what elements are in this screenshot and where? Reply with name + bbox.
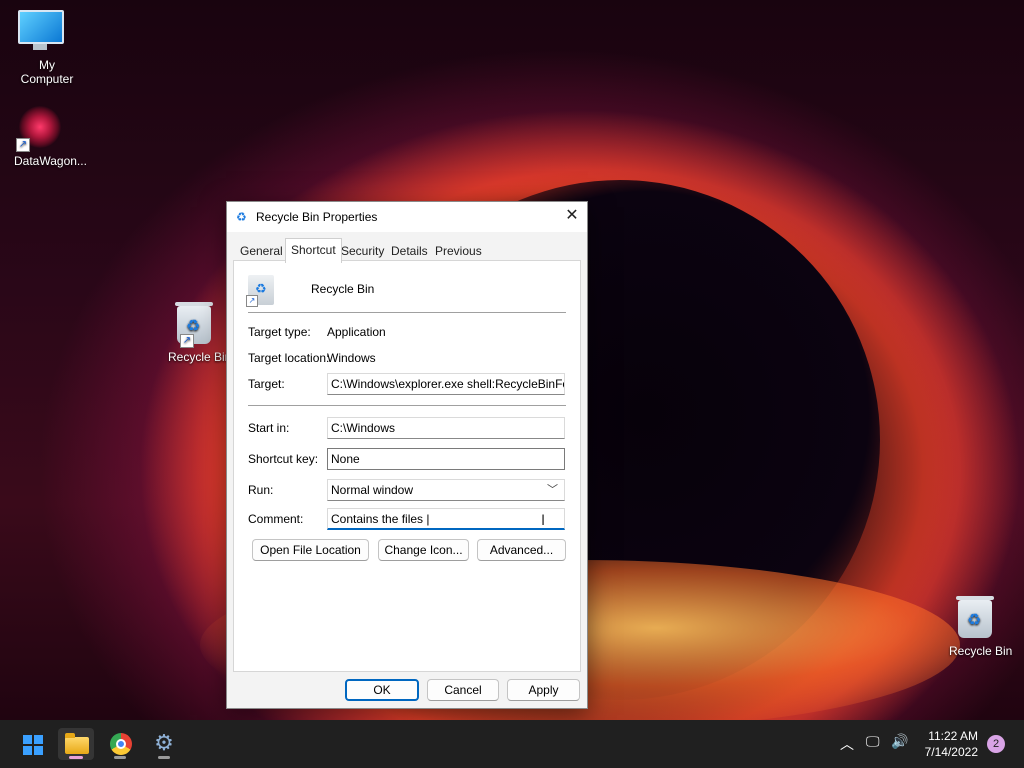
desktop-icon-label: Recycle Bin <box>949 644 1013 658</box>
shortcut-arrow-icon: ↗ <box>180 334 194 348</box>
advanced-button[interactable]: Advanced... <box>477 539 566 561</box>
dialog-titlebar[interactable]: ♻ Recycle Bin Properties ✕ <box>227 202 587 232</box>
computer-icon <box>18 10 64 54</box>
start-button[interactable] <box>14 728 50 760</box>
datawagon-icon: ↗ <box>16 106 62 152</box>
desktop-icon-recycle-bin-shortcut[interactable]: ♻ ↗ Recycle Bin <box>154 302 234 364</box>
tab-general[interactable]: General <box>240 242 283 260</box>
shortcut-panel: ♻ ↗ Recycle Bin Target type: Application… <box>233 260 581 672</box>
start-in-label: Start in: <box>248 421 290 435</box>
desktop-icon-my-computer[interactable]: My Computer <box>0 10 80 86</box>
settings-button[interactable]: ⚙ <box>146 728 182 760</box>
chrome-button[interactable] <box>102 728 138 760</box>
recycle-bin-icon: ♻ <box>953 596 997 640</box>
shortcut-key-input[interactable]: None <box>327 448 565 470</box>
recycle-bin-icon: ♻ ↗ <box>172 302 216 348</box>
chevron-down-icon[interactable]: ﹀ <box>547 480 558 500</box>
target-input[interactable]: C:\Windows\explorer.exe shell:RecycleBin… <box>327 373 565 395</box>
clock-time: 11:22 AM <box>928 729 978 743</box>
running-indicator <box>158 756 170 759</box>
target-location-label: Target location: <box>248 351 330 365</box>
run-label: Run: <box>248 483 274 497</box>
windows-logo-icon <box>23 735 43 755</box>
tab-shortcut[interactable]: Shortcut <box>285 238 342 263</box>
chrome-icon <box>110 733 132 755</box>
file-explorer-button[interactable] <box>58 728 94 760</box>
desktop-icon-datawagon[interactable]: ↗ DataWagon... <box>0 106 87 168</box>
desktop-icon-recycle-bin[interactable]: ♻ Recycle Bin <box>935 596 1015 658</box>
start-in-input[interactable]: C:\Windows <box>327 417 565 439</box>
clock[interactable]: 11:22 AM 7/14/2022 <box>925 728 978 760</box>
recycle-bin-shortcut-icon: ♻ ↗ <box>246 275 274 307</box>
network-icon[interactable]: 🖵 <box>866 734 880 750</box>
notification-badge[interactable]: 2 <box>987 735 1005 753</box>
comment-label: Comment: <box>248 512 304 526</box>
comment-input[interactable]: Contains the files | <box>327 508 565 530</box>
chevron-up-icon[interactable]: ︿ <box>840 734 854 754</box>
dialog-title: Recycle Bin Properties <box>256 210 378 224</box>
folder-icon <box>65 733 89 754</box>
active-indicator <box>69 756 83 759</box>
shortcut-name: Recycle Bin <box>311 282 375 296</box>
tab-details[interactable]: Details <box>391 242 428 260</box>
properties-dialog: ♻ Recycle Bin Properties ✕ General Short… <box>226 201 588 709</box>
taskbar: ⚙ ︿ 🖵 🔊 11:22 AM 7/14/2022 2 <box>0 720 1024 768</box>
recycle-bin-small-icon: ♻ <box>236 210 247 224</box>
tab-security[interactable]: Security <box>341 242 384 260</box>
apply-button[interactable]: Apply <box>507 679 580 701</box>
target-label: Target: <box>248 377 285 391</box>
clock-date: 7/14/2022 <box>924 745 978 759</box>
desktop-icon-label: My Computer <box>20 58 74 86</box>
desktop-icon-label: Recycle Bin <box>168 350 232 364</box>
volume-icon[interactable]: 🔊 <box>891 734 908 750</box>
target-location-value: Windows <box>327 351 376 365</box>
divider <box>248 312 566 313</box>
running-indicator <box>114 756 126 759</box>
run-select-value: Normal window <box>331 483 414 497</box>
cancel-button[interactable]: Cancel <box>427 679 499 701</box>
open-file-location-button[interactable]: Open File Location <box>252 539 369 561</box>
target-type-label: Target type: <box>248 325 311 339</box>
shortcut-arrow-icon: ↗ <box>16 138 30 152</box>
change-icon-button[interactable]: Change Icon... <box>378 539 469 561</box>
tab-previous-versions[interactable]: Previous Versions <box>435 242 482 276</box>
ok-button[interactable]: OK <box>345 679 419 701</box>
text-cursor-icon: I <box>541 513 546 529</box>
shortcut-key-label: Shortcut key: <box>248 452 319 466</box>
desktop-icon-label: DataWagon... <box>14 154 87 168</box>
close-icon[interactable]: ✕ <box>557 202 587 232</box>
run-select[interactable]: Normal window ﹀ <box>327 479 565 501</box>
divider <box>248 405 566 406</box>
gear-icon: ⚙ <box>154 731 174 756</box>
target-type-value: Application <box>327 325 386 339</box>
